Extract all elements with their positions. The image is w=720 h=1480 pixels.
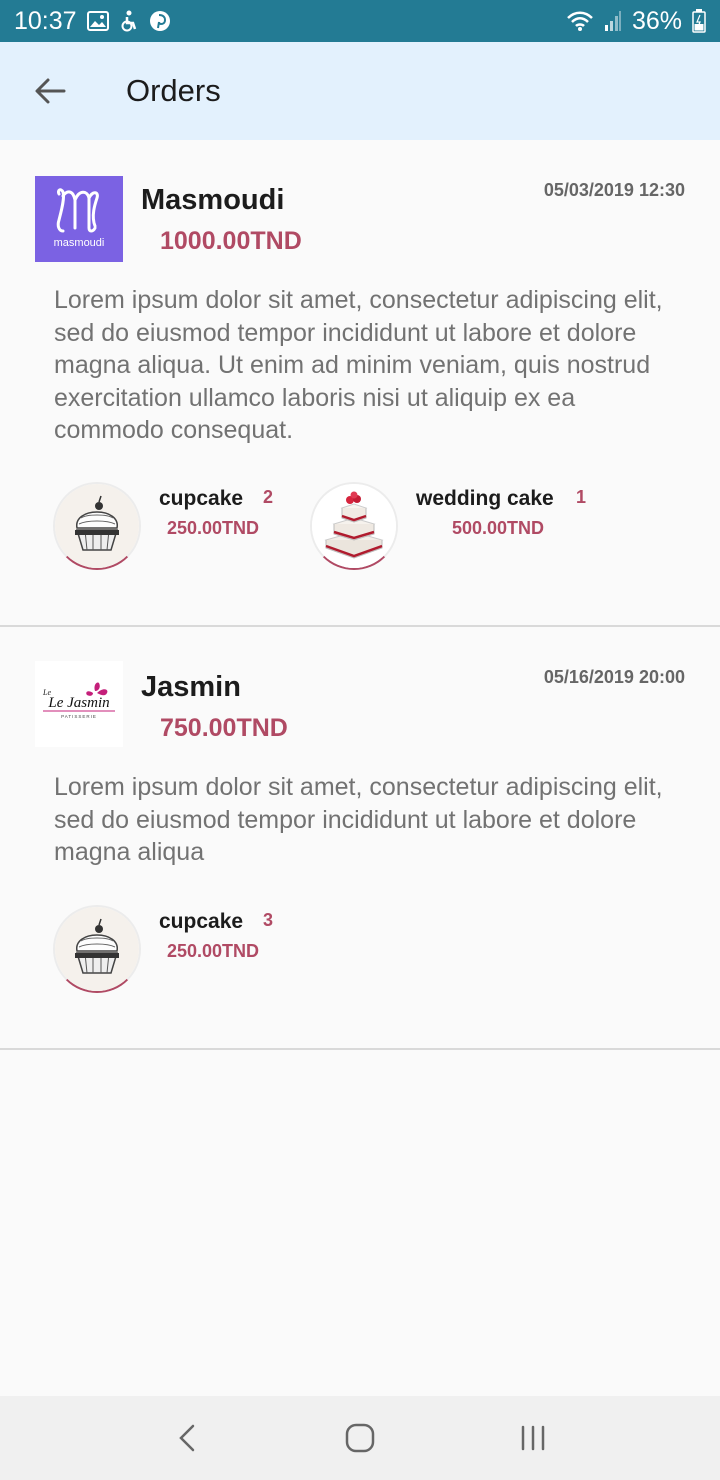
page-title: Orders <box>126 73 221 108</box>
order-item[interactable]: wedding cake 1 500.00TND <box>310 482 610 574</box>
recents-icon <box>522 1425 545 1451</box>
signal-icon <box>604 9 622 33</box>
orders-screen: 10:37 36% Orders masmoudi Masmoudi 1000.… <box>0 0 720 1480</box>
order-description: Lorem ipsum dolor sit amet, consectetur … <box>54 773 663 866</box>
order-description: Lorem ipsum dolor sit amet, consectetur … <box>54 286 663 444</box>
gallery-icon <box>86 9 109 33</box>
order-total: 1000.00TND <box>160 227 302 255</box>
back-button[interactable] <box>20 61 80 121</box>
order-item[interactable]: cupcake 2 250.00TND <box>53 482 293 574</box>
order-date: 05/16/2019 20:00 <box>543 667 685 687</box>
arrow-left-icon <box>35 78 66 104</box>
item-quantity: 3 <box>263 910 274 930</box>
item-name: cupcake <box>159 910 244 933</box>
cupcake-icon <box>53 482 141 570</box>
logo-text: Le Jasmin <box>47 695 109 711</box>
wheelchair-icon <box>119 9 139 33</box>
logo-text: masmoudi <box>54 237 105 249</box>
order-card[interactable]: Le Le Jasmin PATISSERIE Jasmin 750.00TND… <box>0 627 720 1050</box>
order-item[interactable]: cupcake 3 250.00TND <box>53 905 293 997</box>
nav-back-button[interactable] <box>157 1408 217 1468</box>
back-chevron-icon <box>178 1424 194 1452</box>
wifi-icon <box>566 9 594 33</box>
status-bar: 10:37 36% <box>0 0 720 42</box>
item-price: 500.00TND <box>452 518 545 538</box>
item-price: 250.00TND <box>167 518 260 538</box>
store-logo: masmoudi <box>35 176 123 262</box>
store-logo: Le Le Jasmin PATISSERIE <box>35 661 123 747</box>
order-card[interactable]: masmoudi Masmoudi 1000.00TND 05/03/2019 … <box>0 140 720 627</box>
item-name: cupcake <box>159 487 244 510</box>
item-quantity: 2 <box>263 487 274 507</box>
svg-text:PATISSERIE: PATISSERIE <box>61 714 97 719</box>
store-name: Masmoudi <box>141 184 285 216</box>
battery-percent: 36% <box>631 6 682 35</box>
cupcake-icon <box>53 905 141 993</box>
battery-icon <box>692 9 706 33</box>
pinterest-icon <box>149 9 171 33</box>
order-date: 05/03/2019 12:30 <box>543 180 685 200</box>
status-time: 10:37 <box>14 6 77 35</box>
nav-recents-button[interactable] <box>503 1408 563 1468</box>
item-quantity: 1 <box>576 487 587 507</box>
wedding-cake-icon <box>310 482 398 570</box>
item-price: 250.00TND <box>167 941 260 961</box>
store-name: Jasmin <box>141 671 241 703</box>
nav-home-button[interactable] <box>330 1408 390 1468</box>
system-nav-bar <box>0 1396 720 1480</box>
order-total: 750.00TND <box>160 714 288 742</box>
item-name: wedding cake <box>416 487 554 510</box>
app-bar: Orders <box>0 42 720 140</box>
home-circle-icon <box>345 1423 375 1453</box>
